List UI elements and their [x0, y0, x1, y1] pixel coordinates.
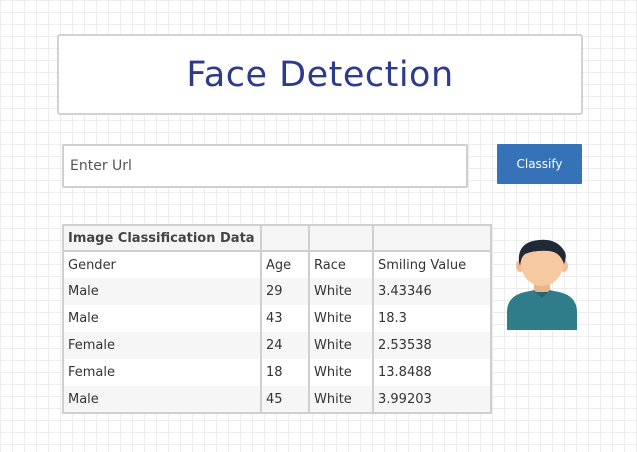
- table-caption-row: Image Classification Data: [63, 225, 491, 252]
- table-row: Female 18 White 13.8488: [63, 359, 491, 386]
- table-caption-cell: [372, 225, 491, 252]
- cell-race: White: [308, 305, 373, 332]
- column-header-age: Age: [260, 251, 309, 278]
- cell-smiling: 18.3: [372, 305, 491, 332]
- cell-race: White: [308, 359, 373, 386]
- cell-age: 29: [260, 278, 309, 305]
- cell-age: 45: [260, 386, 309, 413]
- table-row: Male 45 White 3.99203: [63, 386, 491, 413]
- table-row: Male 43 White 18.3: [63, 305, 491, 332]
- classify-button[interactable]: Classify: [497, 144, 582, 184]
- url-input[interactable]: [62, 144, 468, 188]
- title-panel: Face Detection: [57, 34, 583, 115]
- cell-gender: Male: [63, 278, 261, 305]
- table-caption-cell: [260, 225, 309, 252]
- column-header-smiling: Smiling Value: [372, 251, 491, 278]
- classification-table: Image Classification Data Gender Age Rac…: [62, 224, 492, 414]
- cell-smiling: 2.53538: [372, 332, 491, 359]
- cell-gender: Female: [63, 359, 261, 386]
- cell-race: White: [308, 332, 373, 359]
- table-row: Male 29 White 3.43346: [63, 278, 491, 305]
- cell-smiling: 3.99203: [372, 386, 491, 413]
- table-caption: Image Classification Data: [63, 225, 261, 252]
- cell-age: 24: [260, 332, 309, 359]
- column-header-race: Race: [308, 251, 373, 278]
- table-row: Female 24 White 2.53538: [63, 332, 491, 359]
- user-avatar-icon: [507, 239, 577, 330]
- cell-gender: Male: [63, 386, 261, 413]
- column-header-row: Gender Age Race Smiling Value: [63, 251, 491, 278]
- cell-race: White: [308, 386, 373, 413]
- cell-gender: Female: [63, 332, 261, 359]
- page-title: Face Detection: [186, 54, 454, 95]
- cell-smiling: 3.43346: [372, 278, 491, 305]
- cell-age: 18: [260, 359, 309, 386]
- table-caption-cell: [308, 225, 373, 252]
- cell-age: 43: [260, 305, 309, 332]
- cell-race: White: [308, 278, 373, 305]
- cell-smiling: 13.8488: [372, 359, 491, 386]
- cell-gender: Male: [63, 305, 261, 332]
- column-header-gender: Gender: [63, 251, 261, 278]
